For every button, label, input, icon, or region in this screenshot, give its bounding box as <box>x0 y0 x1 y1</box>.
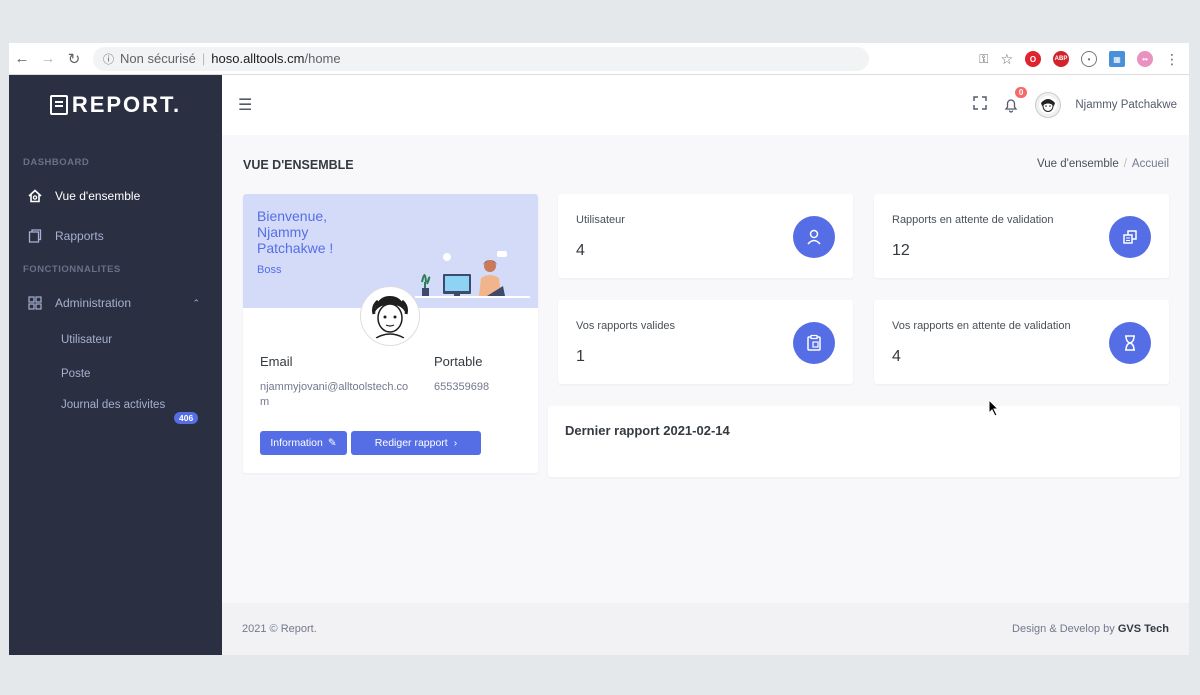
stat-card-pending-reports: Rapports en attente de validation 12 <box>874 194 1169 278</box>
star-icon[interactable]: ☆ <box>1000 51 1013 68</box>
grid-icon <box>27 295 43 311</box>
stat-label: Utilisateur <box>576 214 625 226</box>
calendar-extension-icon[interactable]: ▦ <box>1109 51 1125 67</box>
profile-card: Bienvenue, Njammy Patchakwe ! Boss Email… <box>243 194 538 473</box>
write-report-button[interactable]: Rediger rapport › <box>351 431 481 455</box>
header-actions: 0 Njammy Patchakwe <box>973 75 1177 135</box>
button-label: Information <box>270 437 323 449</box>
sidebar-item-label: Journal des activites <box>61 398 166 411</box>
chevron-right-icon: › <box>453 437 458 449</box>
url-host: hoso.alltools.cm <box>211 51 305 66</box>
logo[interactable]: REPORT. <box>9 75 222 135</box>
adblock-icon[interactable]: ABP <box>1053 51 1069 67</box>
sidebar-item-label: Vue d'ensemble <box>55 189 141 203</box>
email-value: njammyjovani@alltoolstech.com <box>260 381 409 408</box>
menu-section-dashboard: DASHBOARD <box>23 157 90 168</box>
breadcrumb: Vue d'ensemble / Accueil <box>1037 158 1169 170</box>
user-icon <box>793 216 835 258</box>
browser-menu-icon[interactable]: ⋮ <box>1165 51 1179 68</box>
logo-notepad-icon <box>49 95 68 115</box>
footer-brand[interactable]: GVS Tech <box>1118 623 1169 635</box>
breadcrumb-item-home[interactable]: Accueil <box>1132 158 1169 170</box>
address-separator: | <box>201 51 206 66</box>
sidebar-subitem-utilisateur[interactable]: Utilisateur <box>9 323 222 357</box>
sidebar-item-administration[interactable]: Administration ⌃ <box>9 289 222 317</box>
sidebar-item-label: Rapports <box>55 229 104 243</box>
stat-label: Vos rapports valides <box>576 320 676 332</box>
edit-icon: ✎ <box>327 437 337 449</box>
sidebar-subitem-poste[interactable]: Poste <box>9 357 222 391</box>
profile-avatar <box>361 287 419 345</box>
stat-card-users: Utilisateur 4 <box>558 194 853 278</box>
user-name[interactable]: Njammy Patchakwe <box>1075 99 1177 111</box>
stat-value: 12 <box>892 242 910 259</box>
key-icon[interactable]: ⚿ <box>979 52 988 67</box>
browser-toolbar: ← → ↻ ⓘ Non sécurisé | hoso.alltools.cm /… <box>9 43 1189 75</box>
breadcrumb-item-current[interactable]: Vue d'ensemble <box>1037 158 1119 170</box>
last-report-title: Dernier rapport 2021-02-14 <box>565 423 730 438</box>
sidebar-item-label: Administration <box>55 296 132 310</box>
menu-toggle-icon[interactable]: ☰ <box>238 95 252 115</box>
home-icon <box>27 188 43 204</box>
user-avatar[interactable] <box>1035 92 1062 118</box>
info-icon[interactable]: ⓘ <box>103 51 114 67</box>
breadcrumb-separator: / <box>1123 158 1127 170</box>
welcome-text: Bienvenue, Njammy Patchakwe ! <box>257 208 334 256</box>
top-header: ☰ 0 Njammy Patchakwe <box>222 75 1189 135</box>
sidebar-item-overview[interactable]: Vue d'ensemble <box>9 182 222 210</box>
sidebar: REPORT. DASHBOARD Vue d'ensemble Rapport… <box>9 75 222 655</box>
stat-label: Vos rapports en attente de validation <box>892 320 1071 332</box>
stat-label: Rapports en attente de validation <box>892 214 1054 226</box>
extension-face-icon[interactable]: • <box>1081 51 1097 67</box>
url-path: /home <box>304 51 341 66</box>
bell-icon <box>1005 99 1018 113</box>
hourglass-icon <box>1109 322 1151 364</box>
button-label: Rediger rapport <box>374 437 448 449</box>
notification-count-badge: 0 <box>1014 87 1028 98</box>
logo-text: REPORT. <box>71 92 182 117</box>
phone-value: 655359698 <box>434 381 490 393</box>
notification-button[interactable]: 0 <box>1001 87 1028 115</box>
stat-value: 1 <box>576 348 585 365</box>
activity-count-badge: 406 <box>174 411 199 424</box>
sidebar-item-reports[interactable]: Rapports <box>9 222 222 250</box>
copy-icon <box>1109 216 1151 258</box>
reload-icon[interactable]: ↻ <box>61 50 87 68</box>
profile-extension-icon[interactable]: •• <box>1137 51 1153 67</box>
stat-card-my-pending-reports: Vos rapports en attente de validation 4 <box>874 300 1169 384</box>
workspace-illustration <box>415 251 530 298</box>
email-label: Email <box>260 354 293 369</box>
chevron-up-icon: ⌃ <box>192 297 200 308</box>
stat-value: 4 <box>576 242 585 259</box>
phone-label: Portable <box>434 354 483 369</box>
menu-section-features: FONCTIONNALITES <box>23 264 121 275</box>
footer-credit: Design & Develop by GVS Tech <box>1012 623 1169 635</box>
stat-value: 4 <box>892 348 901 365</box>
clipboard-icon <box>793 322 835 364</box>
information-button[interactable]: Information ✎ <box>260 431 347 455</box>
footer-credit-prefix: Design & Develop by <box>1012 623 1115 635</box>
last-report-card: Dernier rapport 2021-02-14 <box>548 406 1180 477</box>
page-title: VUE D'ENSEMBLE <box>243 158 354 172</box>
extension-icons: ⚿ ☆ O ABP • ▦ •• ⋮ <box>979 43 1179 75</box>
sidebar-subitem-journal[interactable]: Journal des activites 406 <box>9 391 222 431</box>
footer: 2021 © Report. Design & Develop by GVS T… <box>222 603 1189 655</box>
forward-icon[interactable]: → <box>35 50 61 67</box>
security-label: Non sécurisé <box>120 51 196 66</box>
fullscreen-icon[interactable] <box>973 95 988 115</box>
mouse-cursor-icon <box>988 399 1000 417</box>
footer-copyright: 2021 © Report. <box>242 623 317 635</box>
opera-icon[interactable]: O <box>1025 51 1041 67</box>
browser-window: ← → ↻ ⓘ Non sécurisé | hoso.alltools.cm /… <box>9 43 1189 655</box>
address-bar[interactable]: ⓘ Non sécurisé | hoso.alltools.cm/home <box>93 46 869 71</box>
copy-icon <box>27 228 43 244</box>
back-icon[interactable]: ← <box>9 50 35 67</box>
stat-card-validated-reports: Vos rapports valides 1 <box>558 300 853 384</box>
